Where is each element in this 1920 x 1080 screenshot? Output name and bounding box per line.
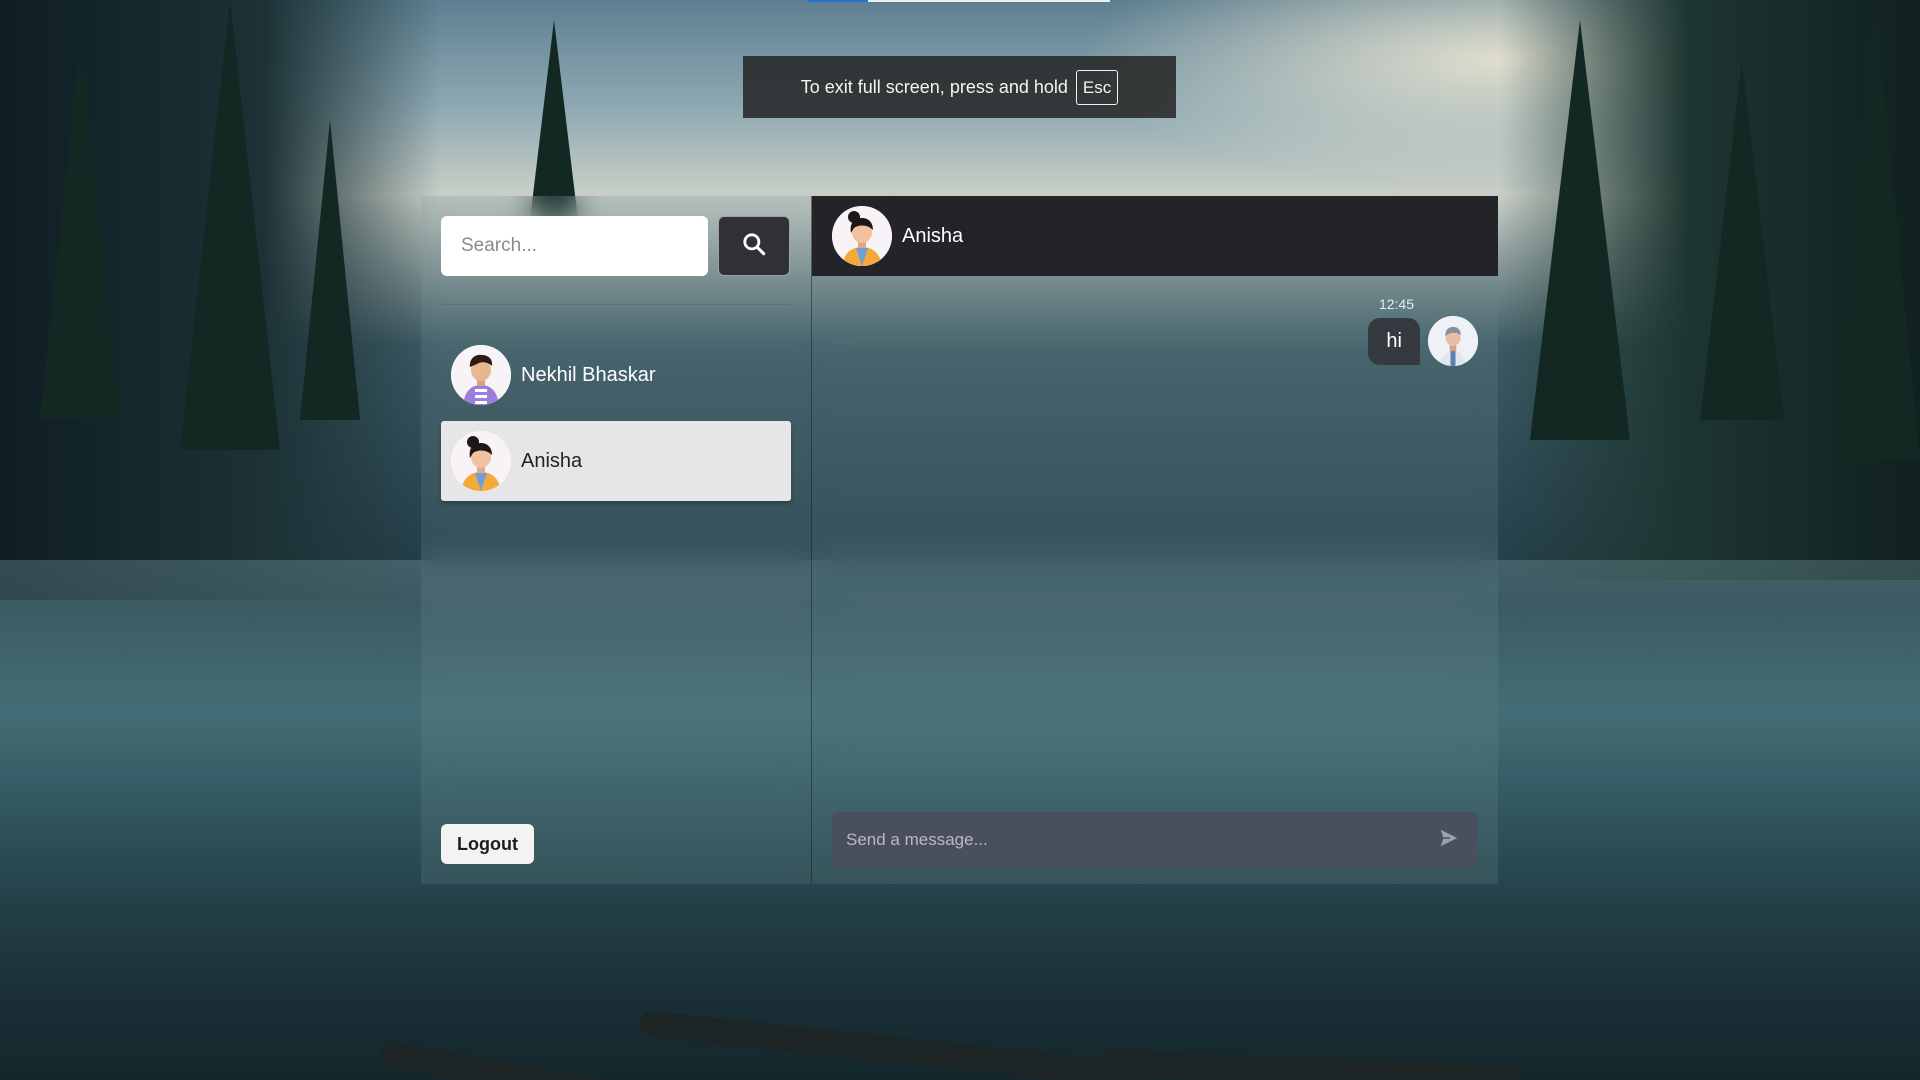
tree — [530, 20, 578, 220]
logout-button[interactable]: Logout — [441, 824, 534, 864]
message-bubble: hi — [1368, 317, 1420, 365]
fullscreen-notice: To exit full screen, press and hold Esc — [743, 56, 1176, 118]
tree — [180, 0, 280, 450]
conversation-panel: Anisha 12:45 hi — [812, 196, 1498, 884]
conversation-title: Anisha — [902, 224, 964, 247]
esc-key-badge: Esc — [1075, 69, 1119, 105]
sidebar: Nekhil Bhaskar Anisha Logout — [421, 196, 812, 884]
message-composer — [832, 812, 1478, 868]
tree — [1700, 60, 1784, 420]
send-icon — [1438, 827, 1460, 854]
avatar — [451, 345, 511, 405]
tree — [1530, 20, 1630, 440]
conversation-header: Anisha — [812, 196, 1498, 276]
message-row: hi — [1368, 316, 1478, 366]
send-button[interactable] — [1434, 825, 1464, 855]
search-button[interactable] — [718, 216, 790, 276]
fullscreen-notice-text: To exit full screen, press and hold — [800, 76, 1068, 97]
chat-item-label: Anisha — [521, 449, 583, 472]
chat-app: Nekhil Bhaskar Anisha Logout — [421, 196, 1498, 884]
avatar — [451, 431, 511, 491]
search-input[interactable] — [441, 216, 708, 276]
chat-item-nekhil-bhaskar[interactable]: Nekhil Bhaskar — [441, 335, 791, 415]
search-row — [441, 216, 791, 276]
tree — [40, 40, 120, 420]
chat-list: Nekhil Bhaskar Anisha — [441, 335, 791, 501]
message-list: 12:45 hi — [812, 276, 1498, 366]
chat-item-label: Nekhil Bhaskar — [521, 363, 656, 386]
search-icon — [741, 231, 767, 262]
message-input[interactable] — [846, 830, 1434, 850]
tree — [1830, 0, 1920, 460]
divider — [441, 304, 791, 305]
chat-item-anisha[interactable]: Anisha — [441, 421, 791, 501]
tree — [300, 120, 360, 420]
message-timestamp: 12:45 — [1378, 296, 1414, 312]
avatar[interactable] — [832, 206, 892, 266]
top-progress-accent — [808, 0, 868, 2]
avatar — [1428, 316, 1478, 366]
